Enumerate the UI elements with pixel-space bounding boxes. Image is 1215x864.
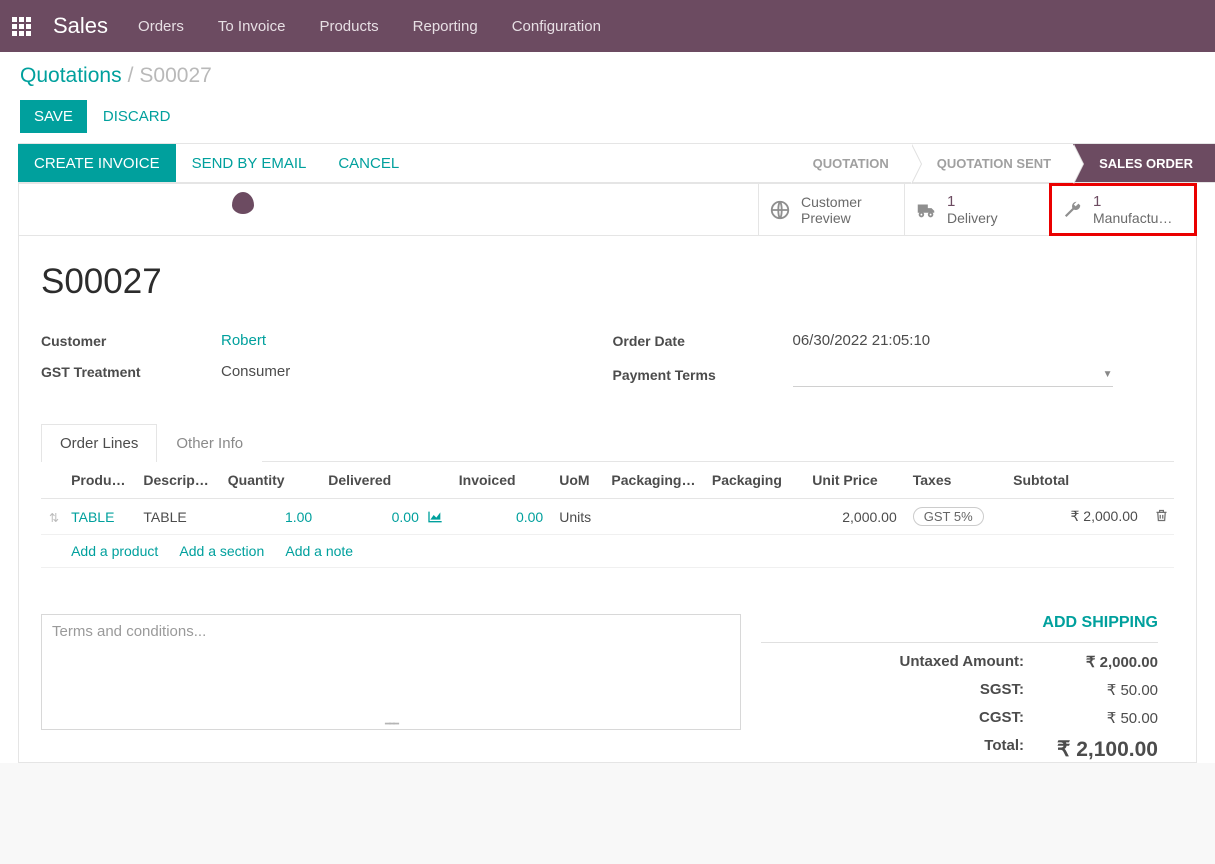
- step-sales-order[interactable]: SALES ORDER: [1073, 144, 1215, 182]
- apps-icon[interactable]: [12, 17, 31, 36]
- tax-pill: GST 5%: [913, 507, 984, 526]
- statbox-label: Customer: [801, 194, 862, 210]
- order-date-value[interactable]: 06/30/2022 21:05:10: [793, 332, 931, 349]
- app-brand[interactable]: Sales: [53, 13, 108, 39]
- add-note-link[interactable]: Add a note: [285, 543, 353, 559]
- nav-configuration[interactable]: Configuration: [512, 18, 601, 35]
- breadcrumb-parent[interactable]: Quotations: [20, 64, 122, 88]
- col-subtotal[interactable]: Subtotal: [1005, 462, 1146, 499]
- col-unit-price[interactable]: Unit Price: [804, 462, 904, 499]
- gst-treatment-value[interactable]: Consumer: [221, 363, 290, 380]
- save-button[interactable]: SAVE: [20, 100, 87, 133]
- cell-description[interactable]: TABLE: [135, 499, 219, 535]
- cell-delivered-value: 0.00: [392, 509, 419, 525]
- payment-terms-label: Payment Terms: [613, 367, 793, 383]
- add-shipping-button[interactable]: ADD SHIPPING: [761, 614, 1158, 643]
- statbox-label: Manufactu…: [1093, 210, 1172, 226]
- discard-button[interactable]: DISCARD: [103, 108, 171, 125]
- cell-delivered[interactable]: 0.00: [320, 499, 451, 535]
- cgst-label: CGST:: [979, 709, 1024, 727]
- cell-taxes[interactable]: GST 5%: [905, 499, 1005, 535]
- col-description[interactable]: Descripti…: [135, 462, 219, 499]
- status-steps: QUOTATION QUOTATION SENT SALES ORDER: [787, 144, 1215, 182]
- cell-uom[interactable]: Units: [551, 499, 603, 535]
- total-value: ₹ 2,100.00: [1048, 737, 1158, 762]
- col-packaging[interactable]: Packaging: [704, 462, 804, 499]
- terms-placeholder: Terms and conditions...: [52, 623, 206, 640]
- nav-reporting[interactable]: Reporting: [413, 18, 478, 35]
- tab-other-info[interactable]: Other Info: [157, 424, 262, 462]
- total-label: Total:: [984, 737, 1024, 762]
- globe-icon: [769, 199, 791, 221]
- action-bar: CREATE INVOICE SEND BY EMAIL CANCEL QUOT…: [18, 143, 1215, 183]
- add-product-link[interactable]: Add a product: [71, 543, 158, 559]
- col-delivered[interactable]: Delivered: [320, 462, 451, 499]
- nav-products[interactable]: Products: [319, 18, 378, 35]
- customer-label: Customer: [41, 333, 221, 349]
- top-navbar: Sales Orders To Invoice Products Reporti…: [0, 0, 1215, 52]
- record-title: S00027: [41, 262, 1174, 302]
- order-lines-table: Produ… Descripti… Quantity Delivered Inv…: [41, 462, 1174, 568]
- step-quotation-sent[interactable]: QUOTATION SENT: [911, 144, 1073, 182]
- untaxed-amount-label: Untaxed Amount:: [900, 653, 1024, 671]
- untaxed-amount-value: ₹ 2,000.00: [1048, 653, 1158, 671]
- gst-treatment-label: GST Treatment: [41, 364, 221, 380]
- nav-orders[interactable]: Orders: [138, 18, 184, 35]
- drag-handle-icon[interactable]: ⇅: [49, 511, 59, 525]
- step-quotation[interactable]: QUOTATION: [787, 144, 911, 182]
- cell-product[interactable]: TABLE: [63, 499, 135, 535]
- order-date-label: Order Date: [613, 333, 793, 349]
- breadcrumb-separator: /: [128, 64, 134, 88]
- statbox-count: 1: [1093, 193, 1172, 210]
- statbox-manufacturing[interactable]: 1 Manufactu…: [1050, 184, 1196, 235]
- tabs: Order Lines Other Info: [41, 423, 1174, 462]
- add-section-link[interactable]: Add a section: [179, 543, 264, 559]
- cell-packaging[interactable]: [704, 499, 804, 535]
- create-invoice-button[interactable]: CREATE INVOICE: [18, 144, 176, 182]
- cell-quantity[interactable]: 1.00: [220, 499, 320, 535]
- add-links-row: Add a product Add a section Add a note: [41, 535, 1174, 568]
- nav-to-invoice[interactable]: To Invoice: [218, 18, 286, 35]
- cell-packaging-qty[interactable]: [603, 499, 703, 535]
- caret-down-icon: ▼: [1103, 369, 1113, 380]
- table-header-row: Produ… Descripti… Quantity Delivered Inv…: [41, 462, 1174, 499]
- cancel-button[interactable]: CANCEL: [322, 144, 415, 182]
- statbox-label: Preview: [801, 210, 862, 226]
- trash-icon[interactable]: [1154, 510, 1169, 526]
- terms-and-conditions-input[interactable]: Terms and conditions... ━━━: [41, 614, 741, 730]
- statbox-delivery[interactable]: 1 Delivery: [904, 184, 1050, 235]
- col-invoiced[interactable]: Invoiced: [451, 462, 551, 499]
- cell-subtotal: ₹ 2,000.00: [1005, 499, 1146, 535]
- sgst-label: SGST:: [980, 681, 1024, 699]
- cell-invoiced[interactable]: 0.00: [451, 499, 551, 535]
- statbox-customer-preview[interactable]: Customer Preview: [758, 184, 904, 235]
- col-uom[interactable]: UoM: [551, 462, 603, 499]
- statbox-label: Delivery: [947, 210, 998, 226]
- statbox-count: 1: [947, 193, 998, 210]
- col-packaging-qty[interactable]: Packaging …: [603, 462, 703, 499]
- tab-order-lines[interactable]: Order Lines: [41, 424, 157, 462]
- wrench-icon: [1061, 199, 1083, 221]
- sgst-value: ₹ 50.00: [1048, 681, 1158, 699]
- col-product[interactable]: Produ…: [63, 462, 135, 499]
- resize-handle-icon[interactable]: ━━━: [385, 719, 397, 730]
- send-by-email-button[interactable]: SEND BY EMAIL: [176, 144, 323, 182]
- col-taxes[interactable]: Taxes: [905, 462, 1005, 499]
- col-quantity[interactable]: Quantity: [220, 462, 320, 499]
- cell-unit-price[interactable]: 2,000.00: [804, 499, 904, 535]
- table-row[interactable]: ⇅ TABLE TABLE 1.00 0.00 0.00 Un: [41, 499, 1174, 535]
- customer-value[interactable]: Robert: [221, 332, 266, 349]
- cgst-value: ₹ 50.00: [1048, 709, 1158, 727]
- breadcrumb-current: S00027: [139, 64, 211, 88]
- truck-icon: [915, 199, 937, 221]
- breadcrumb: Quotations / S00027: [0, 52, 1215, 94]
- area-chart-icon[interactable]: [427, 509, 443, 525]
- payment-terms-select[interactable]: ▼: [793, 363, 1113, 387]
- form-sheet: Customer Preview 1 Delivery: [18, 183, 1197, 763]
